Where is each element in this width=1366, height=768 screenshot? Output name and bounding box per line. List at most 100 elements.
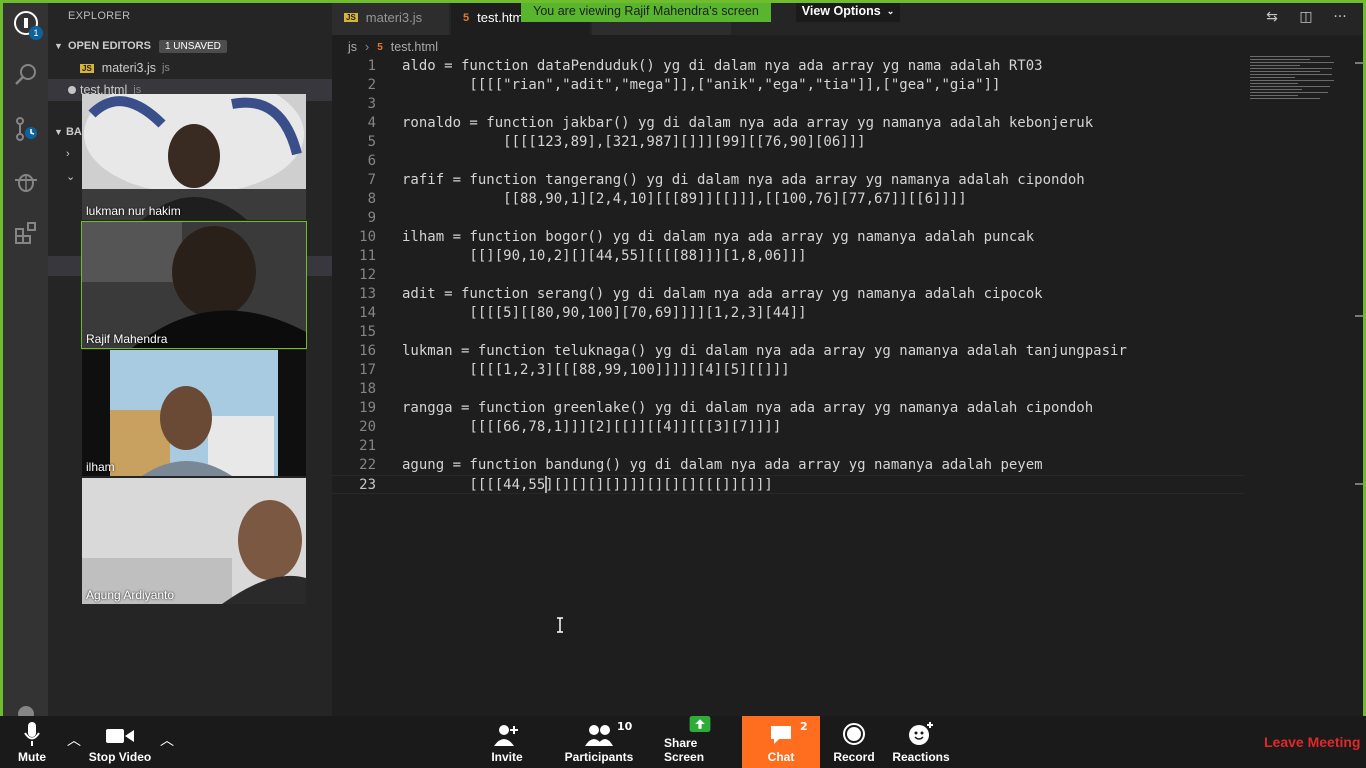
microphone-icon (24, 722, 40, 746)
minimap[interactable] (1250, 56, 1338, 106)
open-editor-materi3[interactable]: JS materi3.js js (48, 57, 332, 79)
code-line[interactable]: 10 ilham = function bogor() yg di dalam n… (332, 228, 1244, 247)
video-gallery: lukman nur hakim Rajif Mahendra ilham Ag… (81, 94, 307, 606)
chevron-right-icon[interactable]: › (66, 148, 70, 160)
split-editor-icon[interactable]: ◫ (1297, 8, 1315, 26)
code-text[interactable]: [[[[5][[80,90,100][70,69]]]][1,2,3][44]] (402, 304, 806, 323)
reactions-label: Reactions (892, 750, 950, 764)
reactions-button[interactable]: Reactions (892, 716, 950, 768)
invite-button[interactable]: Invite (484, 716, 530, 768)
explorer-icon[interactable]: 1 (11, 8, 43, 40)
editor-scrollbar[interactable] (1352, 56, 1363, 716)
emoji-plus-icon (909, 722, 933, 745)
breadcrumb: js › 5 test.html (348, 37, 438, 57)
line-number: 7 (367, 172, 376, 188)
audio-options-chevron-up-icon[interactable]: ︿ (67, 730, 81, 750)
line-number: 9 (367, 210, 376, 226)
stop-video-button[interactable]: Stop Video (86, 716, 154, 768)
chevron-down-icon: ▼ (54, 41, 63, 51)
chat-button[interactable]: Chat (742, 716, 820, 768)
participant-video (82, 222, 306, 348)
file-folder: js (161, 62, 170, 74)
video-tile[interactable]: Agung Ardiyanto (82, 478, 306, 604)
code-line[interactable]: 15 (332, 323, 1244, 342)
code-line[interactable]: 14 [[[[5][[80,90,100][70,69]]]][1,2,3][4… (332, 304, 1244, 323)
code-line[interactable]: 3 (332, 95, 1244, 114)
code-text[interactable]: ronaldo = function jakbar() yg di dalam … (402, 114, 1093, 133)
code-text[interactable]: [[88,90,1][2,4,10][[[89]][[]]],[[100,76]… (402, 190, 967, 209)
extensions-icon[interactable] (11, 218, 41, 248)
code-text[interactable]: [[][90,10,2][][44,55][[[[88]]][1,8,06]]] (402, 247, 806, 266)
debug-icon[interactable] (11, 166, 41, 196)
code-editor[interactable]: 1 aldo = function dataPenduduk() yg di da… (332, 56, 1363, 716)
code-line[interactable]: 20 [[[[66,78,1]]][2][[]][[4]][[[3][7]]]] (332, 418, 1244, 437)
explorer-title: EXPLORER (68, 10, 131, 22)
line-number: 5 (367, 134, 376, 150)
code-line[interactable]: 4 ronaldo = function jakbar() yg di dalam… (332, 114, 1244, 133)
chevron-down-icon: ▼ (54, 127, 63, 137)
code-text[interactable]: [[[[123,89],[321,987][]]][99][[76,90][06… (402, 133, 865, 152)
source-control-icon[interactable] (11, 114, 41, 144)
open-editors-header[interactable]: ▼ OPEN EDITORS 1 UNSAVED (48, 37, 332, 55)
code-text[interactable]: [[[[1,2,3][[[88,99,100]]]]][4][5][[]]] (402, 361, 789, 380)
more-actions-icon[interactable]: ··· (1331, 8, 1349, 26)
code-text[interactable]: rafif = function tangerang() yg di dalam… (402, 171, 1085, 190)
gear-icon[interactable] (11, 702, 41, 721)
code-line[interactable]: 2 [[[["rian","adit","mega"]],["anik","eg… (332, 76, 1244, 95)
code-line[interactable]: 23 [[[[44,55][][][][]]]][][][][[[]][]]] (332, 475, 1244, 494)
code-text[interactable]: rangga = function greenlake() yg di dala… (402, 399, 1093, 418)
code-text[interactable]: [[[[44,55][][][][]]]][][][][[[]][]]] (402, 476, 772, 495)
code-text[interactable]: lukman = function teluknaga() yg di dala… (402, 342, 1127, 361)
code-line[interactable]: 1 aldo = function dataPenduduk() yg di da… (332, 57, 1244, 76)
unsaved-dot-icon[interactable] (68, 86, 76, 94)
js-file-icon: JS (344, 13, 358, 22)
video-tile[interactable]: lukman nur hakim (82, 94, 306, 220)
viewing-screen-banner: You are viewing Rajif Mahendra's screen (521, 0, 771, 22)
file-name: materi3.js (101, 61, 156, 75)
code-line[interactable]: 12 (332, 266, 1244, 285)
video-tile[interactable]: ilham (82, 350, 306, 476)
leave-meeting-button[interactable]: Leave Meeting (1264, 734, 1360, 750)
video-tile-active-speaker[interactable]: Rajif Mahendra (81, 221, 307, 349)
line-number: 8 (367, 191, 376, 207)
code-text[interactable]: [[[[66,78,1]]][2][[]][[4]][[[3][7]]]] (402, 418, 781, 437)
breadcrumb-folder[interactable]: js (348, 40, 357, 54)
share-screen-button[interactable]: Share Screen (664, 716, 736, 768)
record-button[interactable]: Record (830, 716, 878, 768)
html5-icon: 5 (377, 41, 383, 53)
code-line[interactable]: 16 lukman = function teluknaga() yg di da… (332, 342, 1244, 361)
code-line[interactable]: 8 [[88,90,1][2,4,10][[[89]][[]]],[[100,7… (332, 190, 1244, 209)
overview-ruler-mark (1355, 62, 1363, 64)
participant-name: ilham (86, 460, 115, 474)
breadcrumb-file[interactable]: test.html (391, 40, 438, 54)
code-line[interactable]: 17 [[[[1,2,3][[[88,99,100]]]]][4][5][[]]… (332, 361, 1244, 380)
code-text[interactable]: aldo = function dataPenduduk() yg di dal… (402, 57, 1043, 76)
tab-materi3[interactable]: JS materi3.js (332, 0, 450, 35)
editor-actions: ⇆ ◫ ··· (1263, 8, 1349, 26)
code-line[interactable]: 5 [[[[123,89],[321,987][]]][99][[76,90][… (332, 133, 1244, 152)
code-text[interactable]: ilham = function bogor() yg di dalam nya… (402, 228, 1034, 247)
line-number: 13 (359, 286, 376, 302)
code-line[interactable]: 6 (332, 152, 1244, 171)
participant-name: Agung Ardiyanto (86, 588, 175, 602)
compare-changes-icon[interactable]: ⇆ (1263, 8, 1281, 26)
code-line[interactable]: 11 [[][90,10,2][][44,55][[[[88]]][1,8,06… (332, 247, 1244, 266)
mute-label: Mute (18, 750, 46, 764)
unsaved-badge: 1 UNSAVED (158, 39, 227, 53)
code-line[interactable]: 9 (332, 209, 1244, 228)
code-line[interactable]: 22 agung = function bandung() yg di dalam… (332, 456, 1244, 475)
code-text[interactable]: [[[["rian","adit","mega"]],["anik","ega"… (402, 76, 1000, 95)
mute-button[interactable]: Mute (12, 716, 52, 768)
folder-section-header[interactable]: ▼ BA (54, 126, 82, 138)
search-icon[interactable] (11, 60, 41, 90)
code-line[interactable]: 18 (332, 380, 1244, 399)
code-line[interactable]: 21 (332, 437, 1244, 456)
view-options-button[interactable]: View Options ⌄ (796, 0, 900, 22)
video-options-chevron-up-icon[interactable]: ︿ (160, 730, 174, 750)
code-text[interactable]: adit = function serang() yg di dalam nya… (402, 285, 1043, 304)
code-text[interactable]: agung = function bandung() yg di dalam n… (402, 456, 1043, 475)
code-line[interactable]: 19 rangga = function greenlake() yg di da… (332, 399, 1244, 418)
code-line[interactable]: 7 rafif = function tangerang() yg di dala… (332, 171, 1244, 190)
code-line[interactable]: 13 adit = function serang() yg di dalam n… (332, 285, 1244, 304)
chevron-down-icon[interactable]: ⌄ (66, 170, 75, 183)
